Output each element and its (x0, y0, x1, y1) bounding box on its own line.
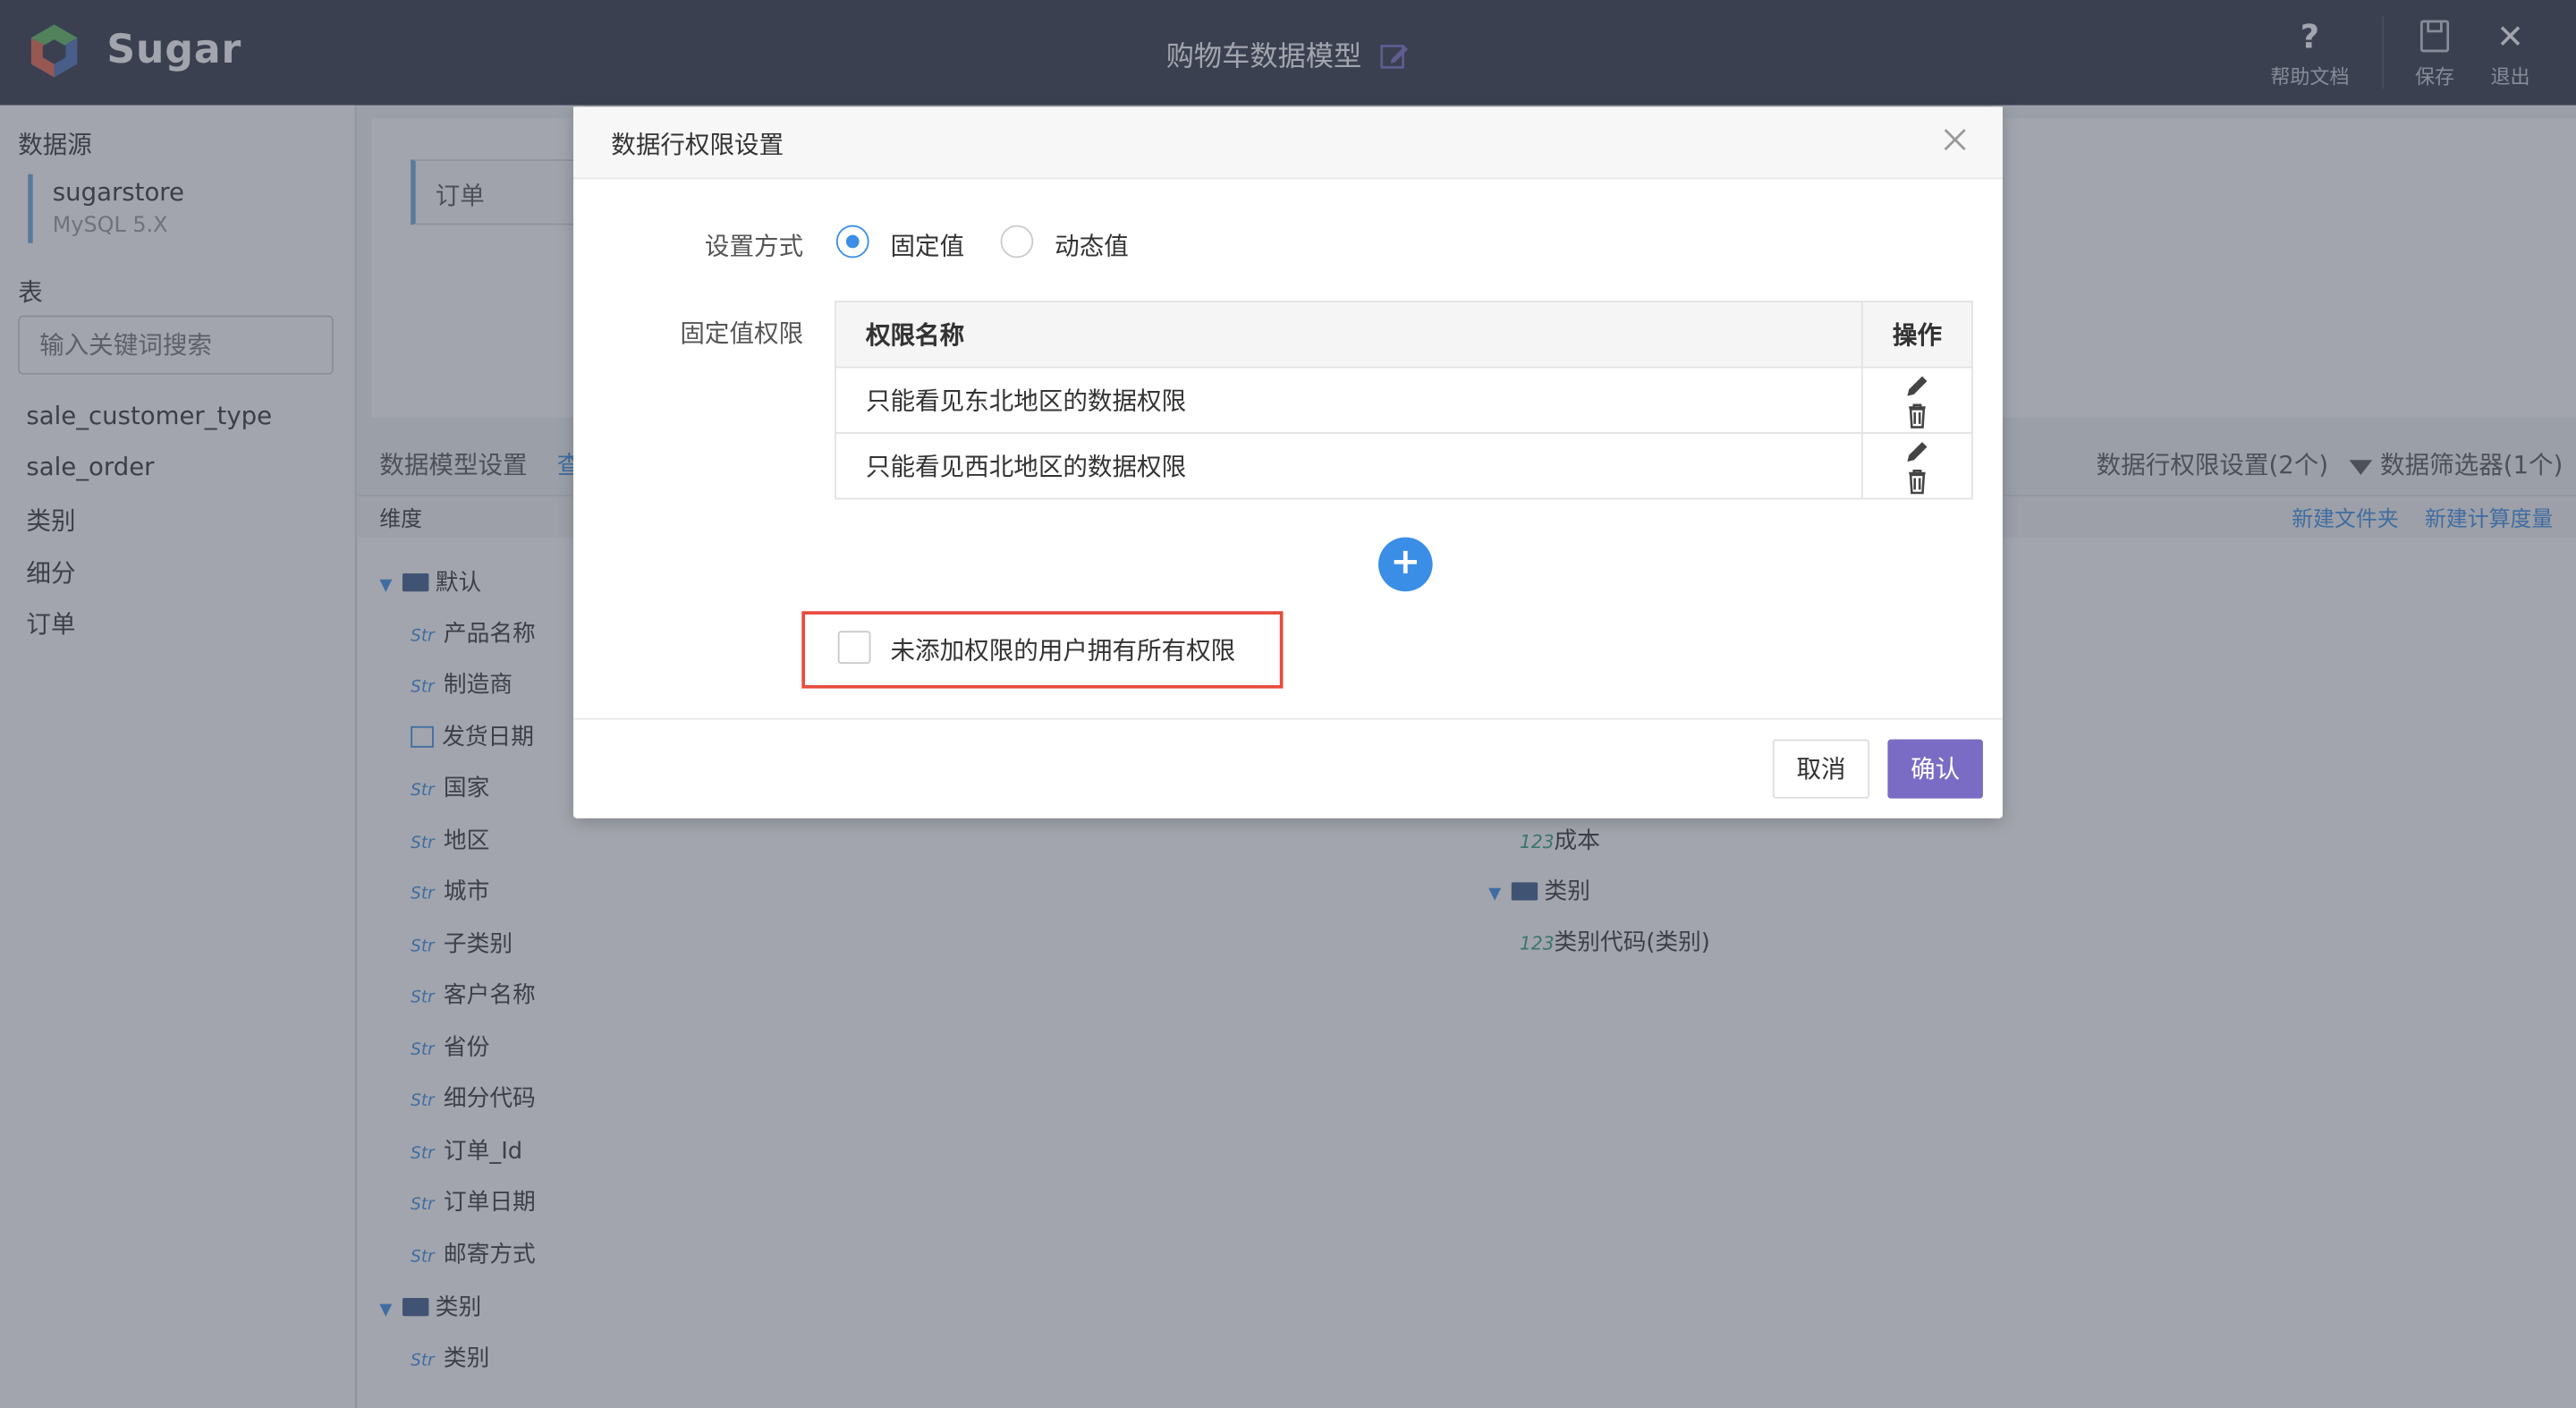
pencil-icon[interactable] (1904, 437, 1930, 463)
all-permissions-checkbox[interactable] (837, 631, 871, 665)
column-header-name: 权限名称 (835, 301, 1863, 369)
trash-icon[interactable] (1904, 468, 1930, 494)
table-row: 只能看见东北地区的数据权限 (835, 366, 1973, 434)
fixed-permission-label: 固定值权限 (680, 318, 804, 349)
close-icon[interactable] (1942, 126, 1968, 152)
table-row: 只能看见西北地区的数据权限 (835, 432, 1973, 500)
add-permission-button[interactable]: + (1378, 537, 1433, 592)
permission-name: 只能看见东北地区的数据权限 (835, 366, 1863, 434)
all-permissions-label[interactable]: 未添加权限的用户拥有所有权限 (891, 632, 1236, 667)
setting-mode-label: 设置方式 (704, 231, 804, 262)
dialog-footer-divider (573, 717, 2003, 720)
pencil-icon[interactable] (1904, 372, 1930, 398)
table-header-row: 权限名称 操作 (835, 301, 1973, 369)
radio-fixed-label[interactable]: 固定值 (891, 228, 965, 263)
column-header-action: 操作 (1861, 301, 1973, 369)
cancel-button[interactable]: 取消 (1772, 739, 1870, 799)
row-permission-dialog: 数据行权限设置 设置方式 固定值 动态值 固定值权限 权限名称 操作 只能看见东… (573, 106, 2003, 819)
radio-dynamic[interactable] (1000, 225, 1034, 259)
permission-table: 权限名称 操作 只能看见东北地区的数据权限 只能看见西北地区的数据权限 (835, 301, 1973, 500)
trash-icon[interactable] (1904, 402, 1930, 428)
dialog-header: 数据行权限设置 (573, 106, 2003, 180)
permission-name: 只能看见西北地区的数据权限 (835, 432, 1863, 500)
radio-dynamic-label[interactable]: 动态值 (1055, 228, 1129, 263)
radio-fixed[interactable] (835, 225, 869, 259)
row-actions (1861, 432, 1973, 500)
row-actions (1861, 366, 1973, 434)
dialog-title: 数据行权限设置 (611, 130, 784, 160)
confirm-button[interactable]: 确认 (1887, 739, 1983, 799)
